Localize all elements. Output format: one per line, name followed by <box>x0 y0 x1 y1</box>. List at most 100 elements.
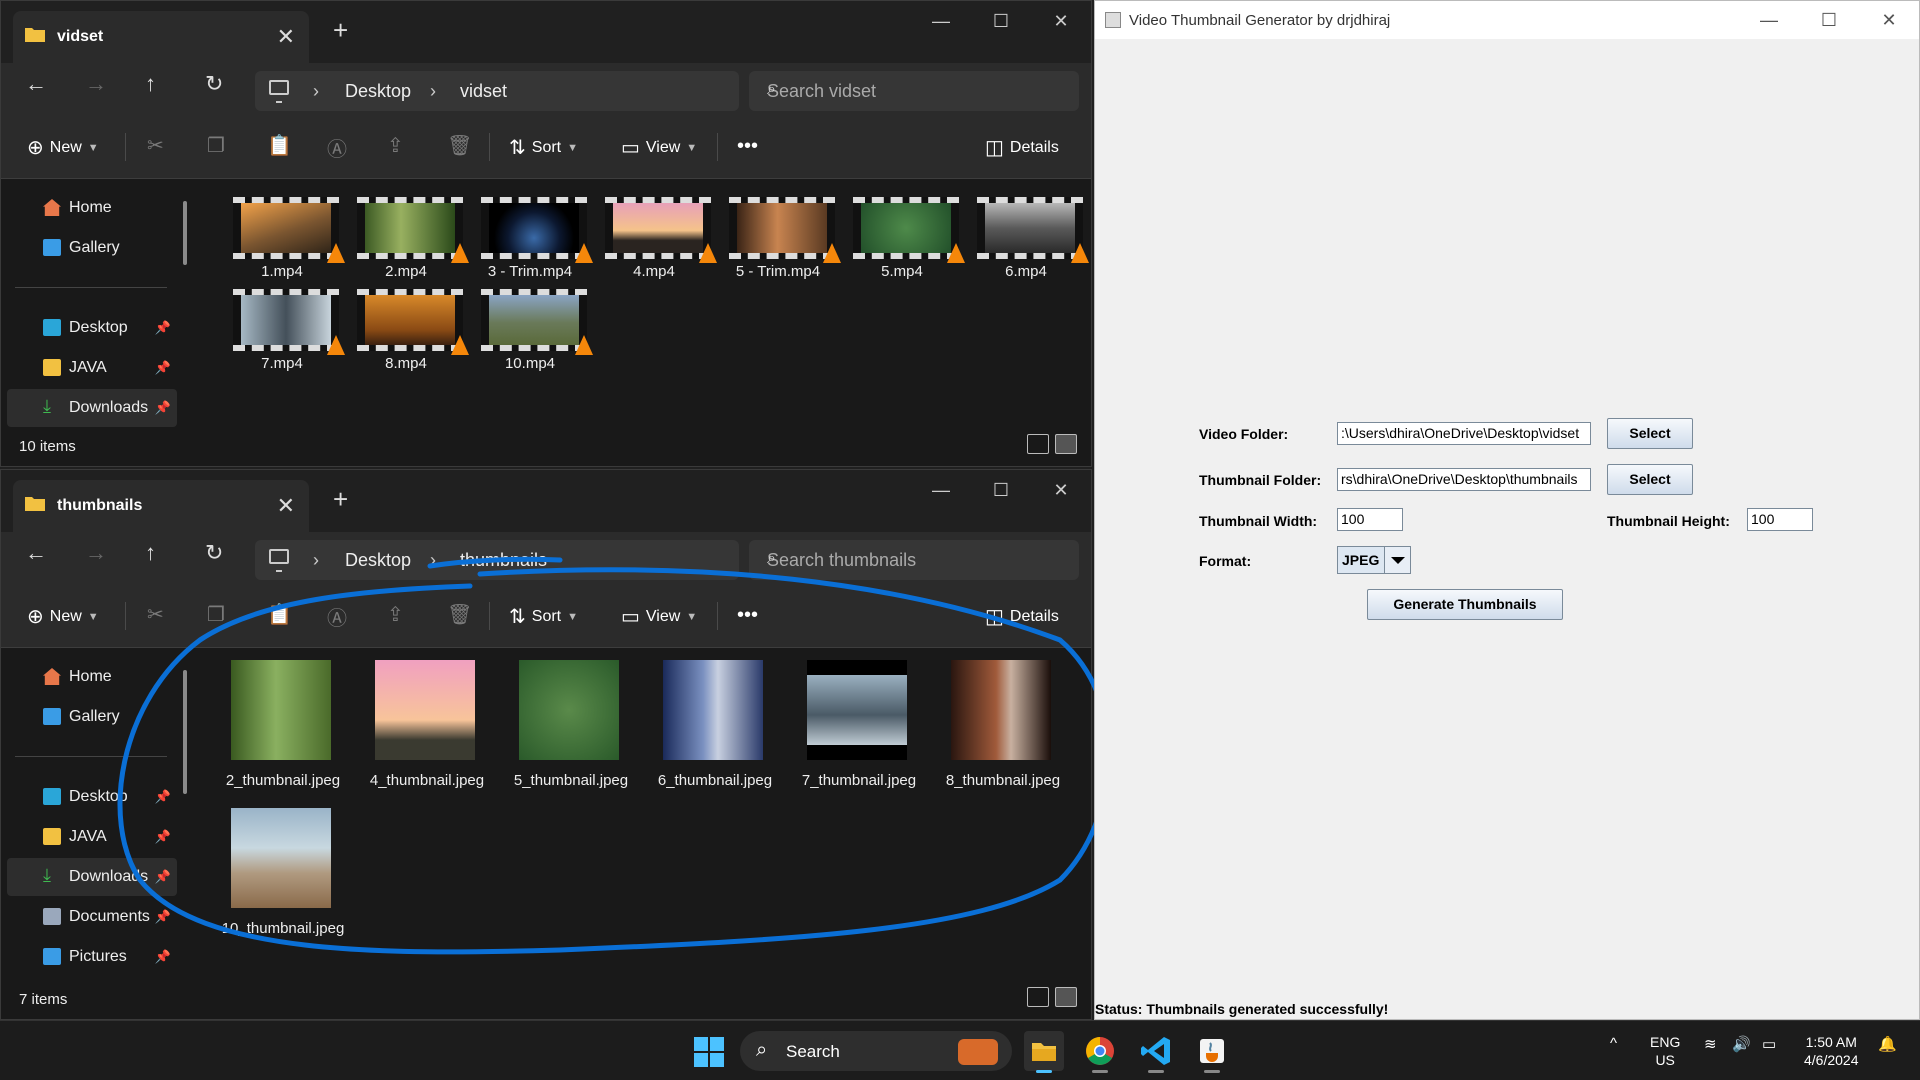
new-tab-button[interactable]: + <box>333 15 348 46</box>
minimize-button[interactable]: — <box>911 1 971 41</box>
rename-icon[interactable]: Ⓐ <box>327 602 347 631</box>
delete-icon[interactable]: 🗑 <box>447 602 472 627</box>
scrollbar[interactable] <box>183 670 187 794</box>
up-arrow-icon[interactable]: ↑ <box>145 71 156 97</box>
cut-icon[interactable]: ✂ <box>147 133 164 158</box>
close-button[interactable]: ✕ <box>1859 1 1919 39</box>
close-button[interactable]: ✕ <box>1031 1 1091 41</box>
input-language[interactable]: ENG US <box>1650 1033 1680 1069</box>
address-bar[interactable]: › Desktop › vidset <box>255 71 739 111</box>
image-file[interactable]: 8_thumbnail.jpeg <box>931 660 1071 830</box>
pin-icon[interactable]: 📌 <box>155 909 171 925</box>
search-box[interactable]: Search thumbnails ⌕ <box>749 540 1079 580</box>
nav-desktop[interactable]: Desktop 📌 <box>7 778 177 816</box>
details-button[interactable]: ◫ Details <box>985 604 1059 629</box>
back-arrow-icon[interactable]: ← <box>25 71 47 97</box>
wifi-icon[interactable]: ≋ <box>1704 1035 1717 1053</box>
nav-desktop[interactable]: Desktop 📌 <box>7 309 177 347</box>
paste-icon[interactable]: 📋 <box>267 602 292 627</box>
system-clock[interactable]: 1:50 AM 4/6/2024 <box>1804 1033 1859 1069</box>
breadcrumb-desktop[interactable]: Desktop <box>345 81 411 102</box>
video-file[interactable]: 7.mp4 <box>223 277 345 372</box>
nav-home[interactable]: Home <box>7 658 177 696</box>
thumbnail-folder-field[interactable]: rs\dhira\OneDrive\Desktop\thumbnails <box>1337 468 1591 491</box>
share-icon[interactable]: ⇪ <box>387 602 404 627</box>
delete-icon[interactable]: 🗑 <box>447 133 472 158</box>
forward-arrow-icon[interactable]: → <box>85 71 107 97</box>
view-button[interactable]: ▭ View ▼ <box>621 135 697 160</box>
nav-java[interactable]: JAVA 📌 <box>7 818 177 856</box>
image-file[interactable]: 7_thumbnail.jpeg <box>787 660 927 830</box>
notification-bell-icon[interactable]: 🔔 <box>1878 1035 1897 1053</box>
pin-icon[interactable]: 📌 <box>155 789 171 805</box>
more-options-icon[interactable]: ••• <box>737 604 758 627</box>
nav-documents[interactable]: Documents 📌 <box>7 898 177 936</box>
nav-gallery[interactable]: Gallery <box>7 229 177 267</box>
more-options-icon[interactable]: ••• <box>737 135 758 158</box>
pin-icon[interactable]: 📌 <box>155 869 171 885</box>
thumbnail-height-field[interactable]: 100 <box>1747 508 1813 531</box>
video-folder-field[interactable]: :\Users\dhira\OneDrive\Desktop\vidset <box>1337 422 1591 445</box>
back-arrow-icon[interactable]: ← <box>25 540 47 566</box>
close-tab-icon[interactable]: ✕ <box>277 24 295 50</box>
image-file[interactable]: 2_thumbnail.jpeg <box>211 660 351 830</box>
up-arrow-icon[interactable]: ↑ <box>145 540 156 566</box>
image-file[interactable]: 6_thumbnail.jpeg <box>643 660 783 830</box>
nav-java[interactable]: JAVA 📌 <box>7 349 177 387</box>
select-thumbnail-folder-button[interactable]: Select <box>1607 464 1693 495</box>
taskbar-search[interactable]: ⌕ Search <box>740 1031 1012 1071</box>
tab-thumbnails[interactable]: thumbnails ✕ <box>13 480 309 532</box>
nav-downloads[interactable]: ⤓ Downloads 📌 <box>7 858 177 896</box>
search-box[interactable]: Search vidset ⌕ <box>749 71 1079 111</box>
sort-button[interactable]: ⇅ Sort ▼ <box>509 604 578 629</box>
address-bar[interactable]: › Desktop › thumbnails <box>255 540 739 580</box>
windows-start-icon[interactable] <box>694 1037 724 1067</box>
file-explorer-app-icon[interactable] <box>1024 1031 1064 1073</box>
chrome-app-icon[interactable] <box>1080 1031 1120 1073</box>
paste-icon[interactable]: 📋 <box>267 133 292 158</box>
tab-vidset[interactable]: vidset ✕ <box>13 11 309 63</box>
video-file[interactable]: 3 - Trim.mp4 <box>471 185 593 280</box>
large-icons-view-icon[interactable] <box>1055 987 1077 1007</box>
breadcrumb-folder[interactable]: thumbnails <box>460 550 547 571</box>
select-video-folder-button[interactable]: Select <box>1607 418 1693 449</box>
maximize-button[interactable]: ☐ <box>971 1 1031 41</box>
details-view-icon[interactable] <box>1027 434 1049 454</box>
view-button[interactable]: ▭ View ▼ <box>621 604 697 629</box>
video-file[interactable]: 2.mp4 <box>347 185 469 280</box>
pin-icon[interactable]: 📌 <box>155 829 171 845</box>
video-file[interactable]: 4.mp4 <box>595 185 717 280</box>
generate-thumbnails-button[interactable]: Generate Thumbnails <box>1367 589 1563 620</box>
large-icons-view-icon[interactable] <box>1055 434 1077 454</box>
breadcrumb-desktop[interactable]: Desktop <box>345 550 411 571</box>
rename-icon[interactable]: Ⓐ <box>327 133 347 162</box>
video-file[interactable]: 10.mp4 <box>471 277 593 372</box>
cut-icon[interactable]: ✂ <box>147 602 164 627</box>
java-app-taskbar-icon[interactable] <box>1192 1031 1232 1073</box>
details-button[interactable]: ◫ Details <box>985 135 1059 160</box>
sort-button[interactable]: ⇅ Sort ▼ <box>509 135 578 160</box>
refresh-icon[interactable]: ↻ <box>205 71 223 97</box>
details-view-icon[interactable] <box>1027 987 1049 1007</box>
video-file[interactable]: 5.mp4 <box>843 185 965 280</box>
pin-icon[interactable]: 📌 <box>155 400 171 416</box>
nav-gallery[interactable]: Gallery <box>7 698 177 736</box>
maximize-button[interactable]: ☐ <box>971 470 1031 510</box>
video-file[interactable]: 6.mp4 <box>967 185 1089 280</box>
breadcrumb-folder[interactable]: vidset <box>460 81 507 102</box>
thumbnail-width-field[interactable]: 100 <box>1337 508 1403 531</box>
format-dropdown[interactable]: JPEG <box>1337 546 1411 574</box>
show-hidden-icons-chevron-icon[interactable]: ^ <box>1610 1035 1617 1052</box>
vscode-app-icon[interactable] <box>1136 1031 1176 1073</box>
pin-icon[interactable]: 📌 <box>155 949 171 965</box>
minimize-button[interactable]: — <box>1739 1 1799 39</box>
new-tab-button[interactable]: + <box>333 484 348 515</box>
nav-downloads[interactable]: ⤓ Downloads 📌 <box>7 389 177 427</box>
dropdown-arrow-icon[interactable] <box>1384 547 1410 573</box>
pin-icon[interactable]: 📌 <box>155 360 171 376</box>
video-file[interactable]: 8.mp4 <box>347 277 469 372</box>
maximize-button[interactable]: ☐ <box>1799 1 1859 39</box>
battery-icon[interactable]: ▭ <box>1762 1035 1776 1053</box>
image-file[interactable]: 10_thumbnail.jpeg <box>211 808 351 978</box>
nav-pictures[interactable]: Pictures 📌 <box>7 938 177 976</box>
